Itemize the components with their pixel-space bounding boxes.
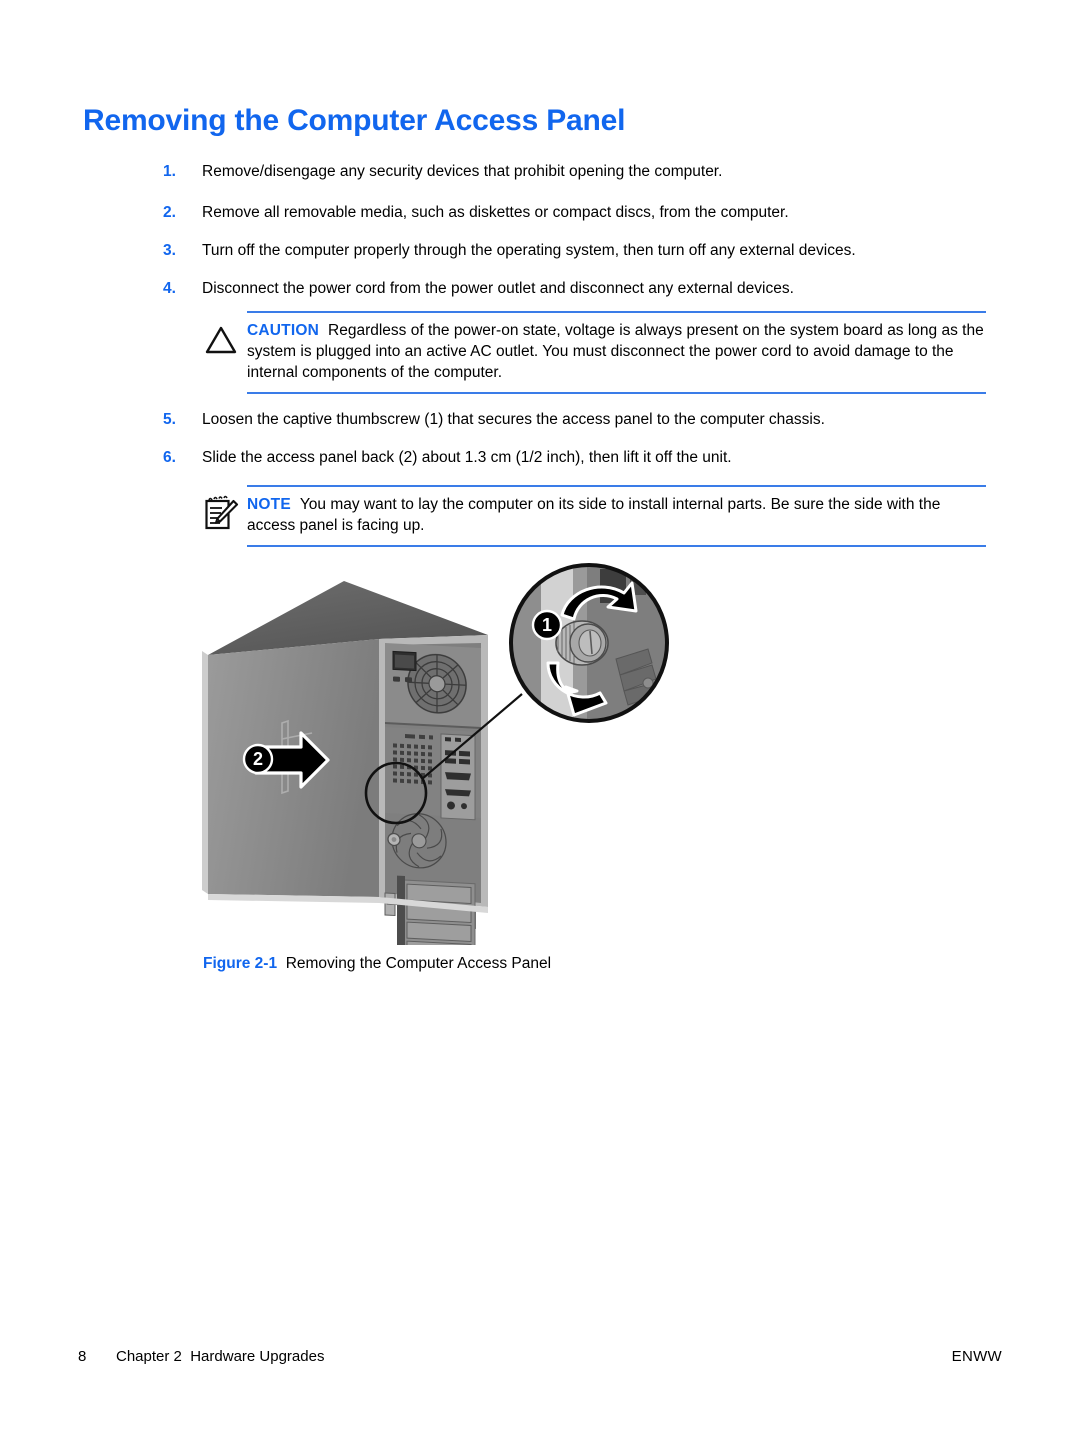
step-text: Turn off the computer properly through t… (202, 242, 856, 259)
list-item: 2. Remove all removable media, such as d… (163, 203, 993, 223)
step-number: 1. (163, 163, 176, 180)
list-item: 5. Loosen the captive thumbscrew (1) tha… (163, 410, 993, 430)
document-page: Removing the Computer Access Panel 1. Re… (0, 0, 1080, 1437)
step-text: Remove/disengage any security devices th… (202, 163, 723, 180)
page-title: Removing the Computer Access Panel (83, 104, 626, 137)
footer-locale: ENWW (951, 1348, 1002, 1365)
footer-chapter: Chapter 2 Hardware Upgrades (116, 1348, 324, 1365)
step-number: 2. (163, 204, 176, 221)
list-item: 1. Remove/disengage any security devices… (163, 162, 993, 182)
note-admonition: NOTE You may want to lay the computer on … (200, 485, 986, 547)
caution-text: Regardless of the power-on state, voltag… (247, 322, 984, 381)
list-item: 4. Disconnect the power cord from the po… (163, 279, 993, 299)
footer-chapter-title: Hardware Upgrades (190, 1348, 325, 1365)
divider-bottom (247, 392, 986, 394)
step-text: Loosen the captive thumbscrew (1) that s… (202, 411, 825, 428)
step-text: Slide the access panel back (2) about 1.… (202, 449, 732, 466)
svg-text:2: 2 (253, 749, 263, 769)
magnifier-inset: 1 (509, 563, 669, 723)
figure-number: Figure 2-1 (203, 955, 278, 972)
step-number: 6. (163, 449, 176, 466)
figure-caption: Figure 2-1 Removing the Computer Access P… (203, 955, 551, 973)
step-number: 5. (163, 411, 176, 428)
figure-caption-text: Removing the Computer Access Panel (285, 955, 552, 972)
warning-triangle-icon (200, 319, 242, 361)
note-text: You may want to lay the computer on its … (247, 496, 941, 534)
caution-admonition: CAUTION Regardless of the power-on state,… (200, 311, 986, 394)
notepad-pencil-icon (200, 493, 242, 535)
figure-illustration: 2 1 (196, 563, 686, 971)
note-label: NOTE (247, 496, 291, 513)
step-number: 4. (163, 280, 176, 297)
footer-page-number: 8 (78, 1348, 87, 1365)
list-item: 3. Turn off the computer properly throug… (163, 241, 993, 261)
note-body: NOTE You may want to lay the computer on … (200, 487, 986, 545)
step-text: Disconnect the power cord from the power… (202, 280, 794, 297)
step-text: Remove all removable media, such as disk… (202, 204, 789, 221)
footer-chapter-number: Chapter 2 (116, 1348, 182, 1365)
caution-body: CAUTION Regardless of the power-on state,… (200, 313, 986, 392)
divider-bottom (247, 545, 986, 547)
list-item: 6. Slide the access panel back (2) about… (163, 448, 993, 468)
caution-label: CAUTION (247, 322, 320, 339)
page-footer: 8 Chapter 2 Hardware Upgrades ENWW (78, 1348, 1002, 1368)
step-number: 3. (163, 242, 176, 259)
footer-left: 8 Chapter 2 Hardware Upgrades (78, 1348, 324, 1365)
svg-text:1: 1 (542, 615, 552, 635)
